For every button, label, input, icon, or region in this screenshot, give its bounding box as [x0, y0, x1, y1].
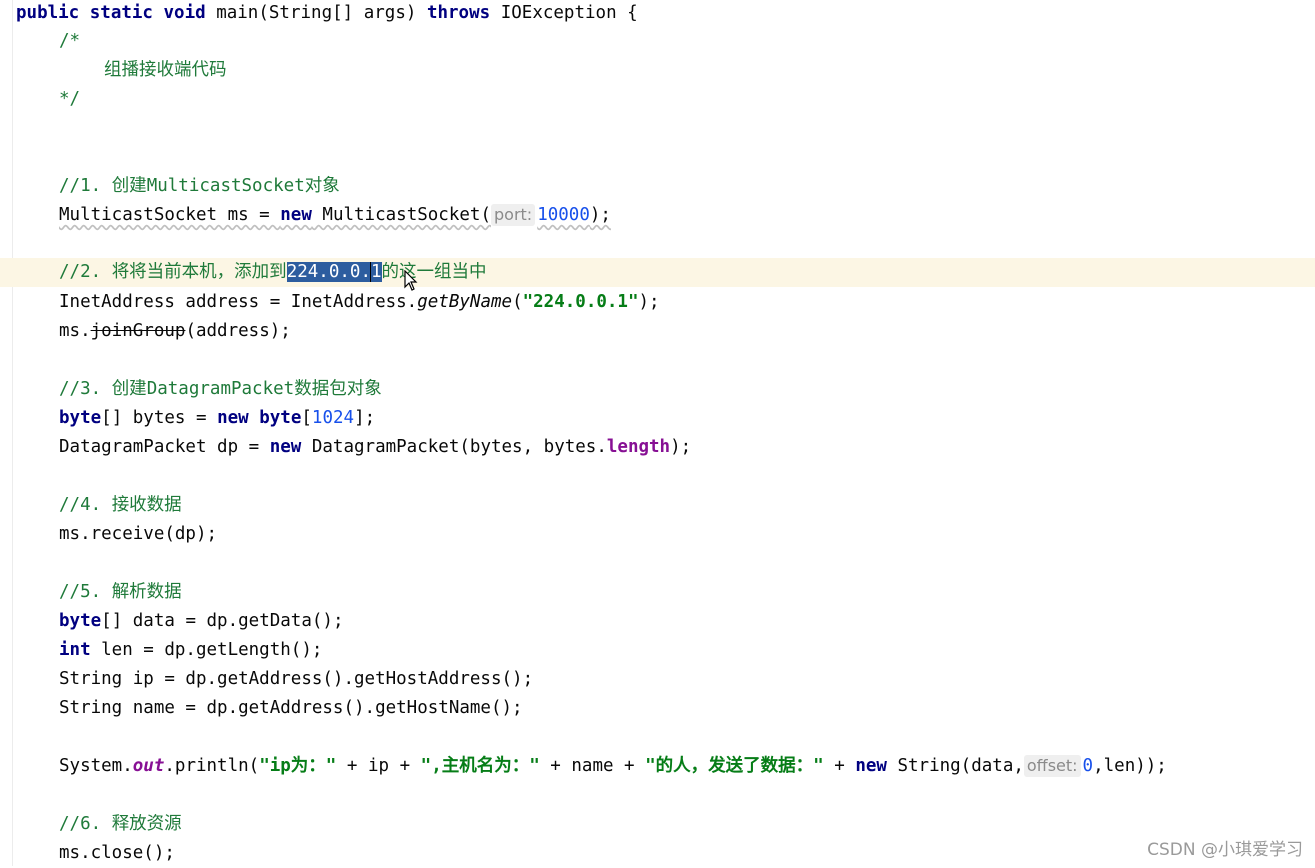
comment-prefix: //3.: [59, 379, 112, 399]
comment-step-5: //5. 解析数据: [59, 578, 182, 607]
comment-text: 接收数据: [111, 495, 182, 515]
comment-text: 创建: [111, 176, 147, 196]
text-selection[interactable]: 224.0.0.: [286, 262, 371, 282]
byte-keyword: byte: [259, 408, 302, 428]
method-params: (String[] args): [258, 3, 417, 23]
code-text: len = dp.getLength();: [90, 640, 323, 660]
code-text: DatagramPacket(bytes, bytes.: [301, 437, 607, 457]
code-line-multicast-socket[interactable]: MulticastSocket ms = new MulticastSocket…: [59, 201, 611, 230]
code-text: [: [301, 408, 312, 428]
code-text: [] bytes =: [101, 408, 218, 428]
string-literal: "的人，发送了数据：": [645, 756, 824, 776]
comment-prefix: //6.: [59, 814, 112, 834]
code-text: [] data = dp.getData();: [101, 611, 344, 631]
code-text: ms.: [59, 321, 91, 341]
code-line-inet-address[interactable]: InetAddress address = InetAddress.getByN…: [59, 288, 660, 317]
port-number: 10000: [537, 205, 590, 225]
exception-type: IOException {: [500, 3, 638, 23]
code-text: MulticastSocket ms =: [59, 205, 281, 225]
new-keyword: new: [217, 408, 249, 428]
comment-text: 数据包对象: [294, 379, 382, 399]
comment-text: DatagramPacket: [146, 379, 295, 399]
comment-text: 将将当前本机，添加到: [111, 262, 287, 282]
code-text: ];: [354, 408, 376, 428]
method-modifiers: public static void: [16, 3, 206, 23]
new-keyword: new: [269, 437, 302, 457]
comment-text: 的这一组当中: [381, 262, 487, 282]
code-text: MulticastSocket(: [311, 205, 491, 225]
byte-keyword: byte: [59, 408, 102, 428]
parameter-hint-port: port:: [491, 204, 536, 226]
parameter-hint-offset: offset:: [1023, 755, 1081, 777]
code-text: DatagramPacket dp =: [59, 437, 270, 457]
warning-underlined-code: MulticastSocket ms = new MulticastSocket…: [59, 204, 611, 226]
string-literal: ",主机名为：": [420, 756, 540, 776]
comment-step-3: //3. 创建DatagramPacket数据包对象: [59, 375, 382, 404]
code-line-receive[interactable]: ms.receive(dp);: [59, 520, 217, 549]
number-literal: 0: [1082, 756, 1094, 776]
code-line-host-address[interactable]: String ip = dp.getAddress().getHostAddre…: [59, 665, 533, 694]
throws-keyword: throws: [426, 3, 491, 23]
number-literal: 1024: [311, 408, 355, 428]
string-literal: "ip为：": [259, 756, 337, 776]
field-length: length: [606, 437, 671, 457]
watermark-text: CSDN @小琪爱学习: [1147, 840, 1303, 860]
comment-text: 解析数据: [111, 582, 182, 602]
code-text: );: [638, 292, 660, 312]
code-line-signature[interactable]: public static void main(String[] args) t…: [16, 0, 638, 28]
code-line-close[interactable]: ms.close();: [59, 839, 175, 868]
code-line-current[interactable]: //2. 将将当前本机，添加到224.0.0.1的这一组当中: [0, 258, 1315, 287]
comment-text: 对象: [304, 176, 340, 196]
code-line-get-data[interactable]: byte[] data = dp.getData();: [59, 607, 343, 636]
code-line-datagram-packet[interactable]: DatagramPacket dp = new DatagramPacket(b…: [59, 433, 691, 462]
code-text: ,len));: [1093, 756, 1167, 776]
doc-comment-close: */: [59, 89, 81, 109]
method-name: main: [216, 3, 259, 23]
comment-step-6: //6. 释放资源: [59, 810, 182, 839]
code-text: .println(: [164, 756, 260, 776]
comment-text: 释放资源: [111, 814, 182, 834]
comment-step-4: //4. 接收数据: [59, 491, 182, 520]
comment-text: MulticastSocket: [146, 176, 305, 196]
static-field-out: out: [132, 756, 165, 776]
int-keyword: int: [59, 640, 91, 660]
code-text: );: [670, 437, 692, 457]
doc-comment-open: /*: [59, 31, 81, 51]
string-literal: "224.0.0.1": [522, 292, 639, 312]
text-selection-tail[interactable]: 1: [370, 262, 382, 282]
code-text: InetAddress address = InetAddress.: [59, 292, 418, 312]
code-line-println[interactable]: System.out.println("ip为：" + ip + ",主机名为：…: [59, 752, 1167, 781]
comment-prefix: //1.: [59, 176, 112, 196]
code-text: );: [589, 205, 611, 225]
code-line-host-name[interactable]: String name = dp.getAddress().getHostNam…: [59, 694, 523, 723]
comment-step-1: //1. 创建MulticastSocket对象: [59, 172, 340, 201]
code-line-join-group[interactable]: ms.joinGroup(address);: [59, 317, 291, 346]
code-line-bytes[interactable]: byte[] bytes = new byte[1024];: [59, 404, 375, 433]
code-text: String(data,: [886, 756, 1024, 776]
code-text: (address);: [185, 321, 291, 341]
static-method-name: getByName: [417, 292, 513, 312]
comment-text: 创建: [111, 379, 147, 399]
editor-gutter-line: [12, 0, 13, 866]
deprecated-method: joinGroup: [90, 321, 186, 341]
code-text: + name +: [539, 756, 646, 776]
code-text: (: [512, 292, 523, 312]
new-keyword: new: [280, 205, 312, 225]
code-text: System.: [59, 756, 133, 776]
new-keyword: new: [855, 756, 887, 776]
code-text: +: [823, 756, 856, 776]
code-line-get-length[interactable]: int len = dp.getLength();: [59, 636, 322, 665]
comment-prefix: //2.: [59, 262, 112, 282]
comment-prefix: //4.: [59, 495, 112, 515]
comment-prefix: //5.: [59, 582, 112, 602]
code-text: + ip +: [336, 756, 421, 776]
doc-comment-text: 组播接收端代码: [104, 60, 227, 80]
byte-keyword: byte: [59, 611, 102, 631]
